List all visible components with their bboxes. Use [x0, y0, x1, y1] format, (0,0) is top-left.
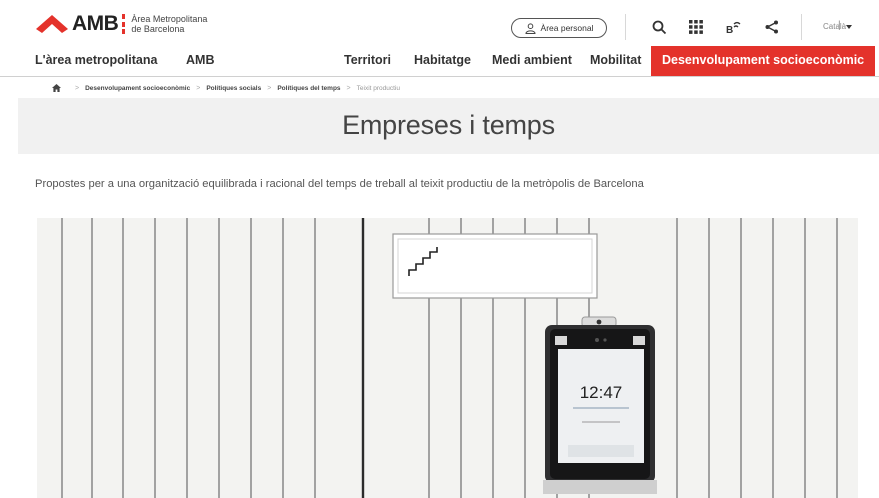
- breadcrumb-item[interactable]: Polítiques socials: [206, 85, 261, 92]
- header-divider: [801, 14, 802, 40]
- clock-time-display: 12:47: [580, 383, 623, 402]
- language-separator: |: [838, 20, 841, 31]
- title-band: Empreses i temps: [18, 98, 879, 154]
- nav-item-amb[interactable]: AMB: [186, 53, 214, 67]
- site-header: AMB Àrea Metropolitana de Barcelona Àrea…: [0, 0, 879, 46]
- share-icon[interactable]: [763, 18, 781, 36]
- nav-item-territori[interactable]: Territori: [344, 53, 391, 67]
- home-icon[interactable]: [52, 84, 61, 92]
- logo-subtitle: Àrea Metropolitana de Barcelona: [131, 14, 207, 34]
- logo-subtitle-line2: de Barcelona: [131, 24, 185, 34]
- page-title: Empreses i temps: [342, 110, 555, 140]
- search-icon[interactable]: [650, 18, 668, 36]
- breadcrumb-separator: >: [267, 84, 272, 92]
- breadcrumb-current: Teixit productiu: [356, 84, 400, 92]
- hero-illustration: 12:47: [37, 218, 858, 498]
- amb-logo-mark-icon: [36, 15, 68, 33]
- breadcrumb-separator: >: [75, 84, 80, 92]
- breadcrumb-item[interactable]: Desenvolupament socioeconòmic: [85, 85, 190, 92]
- chevron-down-icon[interactable]: [846, 25, 852, 29]
- breadcrumb: > Desenvolupament socioeconòmic > Políti…: [52, 82, 400, 94]
- breadcrumb-item[interactable]: Polítiques del temps: [277, 85, 340, 92]
- nav-divider: [0, 76, 879, 77]
- nav-item-area-metropolitana[interactable]: L'àrea metropolitana: [35, 53, 157, 67]
- breadcrumb-separator: >: [196, 84, 201, 92]
- area-personal-label: Àrea personal: [540, 23, 594, 33]
- nav-item-desenvolupament-socioeconomic[interactable]: Desenvolupament socioeconòmic: [651, 46, 876, 76]
- page-intro: Propostes per a una organització equilib…: [35, 178, 644, 190]
- main-navigation: L'àrea metropolitana AMB Territori Habit…: [0, 46, 879, 76]
- nav-item-medi-ambient[interactable]: Medi ambient: [492, 53, 572, 67]
- logo-separator: [122, 14, 126, 34]
- header-divider: [625, 14, 626, 40]
- nav-item-habitatge[interactable]: Habitatge: [414, 53, 471, 67]
- language-selector[interactable]: Català: [823, 22, 846, 31]
- logo-wordmark: AMB: [72, 12, 119, 35]
- nav-item-mobilitat[interactable]: Mobilitat: [590, 53, 641, 67]
- logo-subtitle-line1: Àrea Metropolitana: [131, 14, 208, 24]
- hero-image: 12:47: [37, 218, 858, 498]
- apps-grid-icon[interactable]: [687, 18, 705, 36]
- svg-text:B: B: [726, 25, 733, 35]
- amb-logo[interactable]: AMB Àrea Metropolitana de Barcelona: [36, 12, 207, 36]
- accessibility-audio-icon[interactable]: B: [725, 18, 743, 36]
- breadcrumb-separator: >: [346, 84, 351, 92]
- user-icon: [525, 22, 536, 34]
- area-personal-button[interactable]: Àrea personal: [511, 18, 607, 38]
